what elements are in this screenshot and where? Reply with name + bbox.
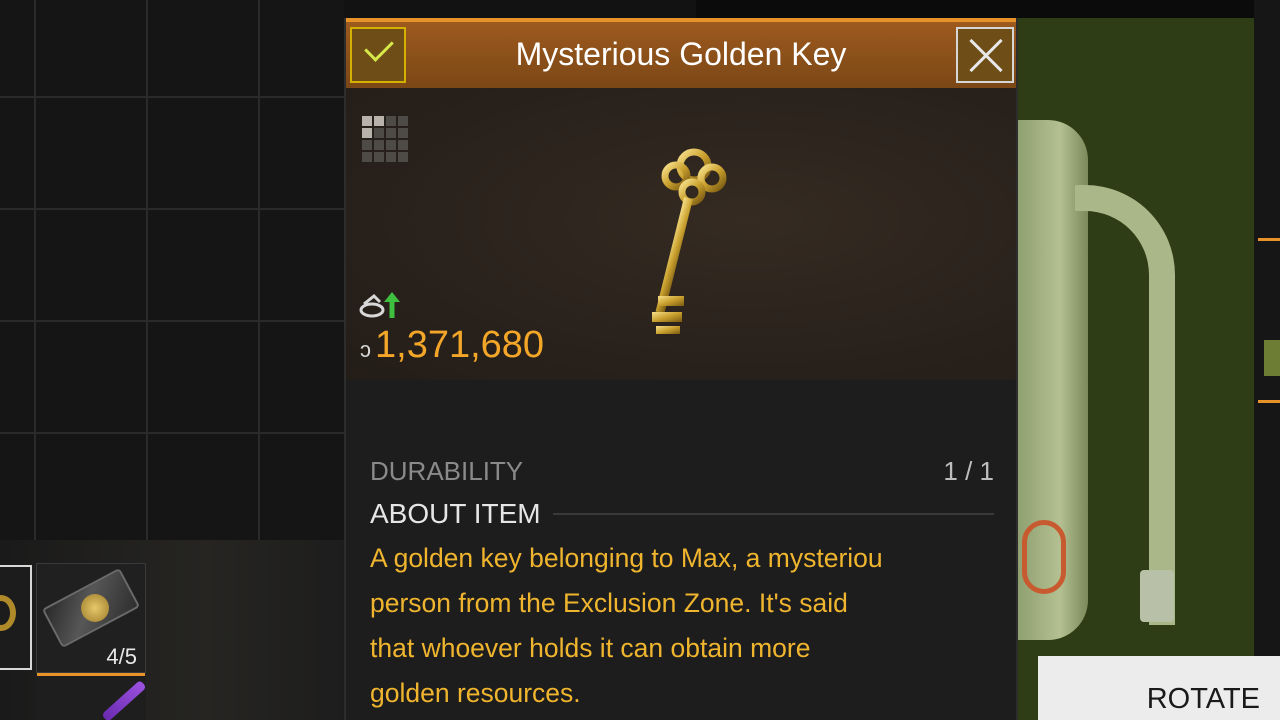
- close-button[interactable]: [956, 27, 1014, 83]
- inventory-slot-card[interactable]: 4/5: [36, 563, 146, 677]
- item-header: Mysterious Golden Key: [346, 22, 1016, 88]
- item-title: Mysterious Golden Key: [515, 36, 847, 72]
- edge-tick: [1258, 400, 1280, 403]
- currency-icon: ↄ: [360, 337, 371, 362]
- carabiner-icon: [1022, 520, 1066, 594]
- edge-indicator: [1264, 340, 1280, 376]
- about-header: ABOUT ITEM: [370, 498, 994, 530]
- syringe-icon: [101, 679, 147, 720]
- item-size-grid-icon: [362, 116, 408, 162]
- durability-value: 1 / 1: [943, 456, 994, 486]
- top-strip: [696, 0, 1280, 18]
- stack-count: 4/5: [106, 644, 137, 669]
- gold-ring-icon: [0, 595, 16, 631]
- inventory-slot-gold-item[interactable]: [0, 565, 32, 670]
- item-description: A golden key belonging to Max, a mysteri…: [370, 543, 883, 708]
- inventory-slot-syringe[interactable]: [36, 676, 147, 720]
- item-value: ↄ 1,371,680: [360, 324, 544, 367]
- item-detail-panel: Mysterious Golden Key ↄ 1,371,680 DURABI…: [344, 18, 1018, 720]
- card-emblem-icon: [81, 594, 109, 622]
- inventory-grid[interactable]: [0, 0, 344, 540]
- item-preview: ↄ 1,371,680: [346, 88, 1016, 380]
- rotate-button[interactable]: ROTATE: [1038, 656, 1280, 720]
- golden-key-icon: [652, 148, 727, 334]
- divider: [552, 513, 994, 515]
- durability-label: DURABILITY: [370, 456, 524, 486]
- value-amount: 1,371,680: [375, 324, 545, 366]
- value-upgrade-icon: [359, 292, 400, 318]
- backpack-strap-icon: [1075, 185, 1175, 625]
- about-label: ABOUT ITEM: [370, 498, 541, 529]
- edge-tick: [1258, 238, 1280, 241]
- buckle-icon: [1140, 570, 1174, 622]
